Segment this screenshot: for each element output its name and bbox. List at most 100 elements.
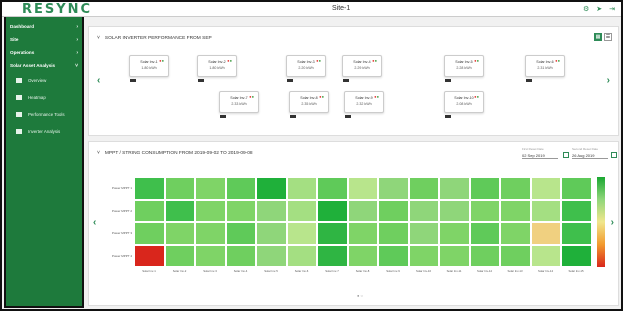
heatmap-cell[interactable] (439, 199, 470, 222)
heatmap-cell[interactable] (195, 244, 226, 267)
heatmap-cell[interactable] (530, 244, 561, 267)
heatmap-cell[interactable] (225, 244, 256, 267)
heatmap-cell[interactable] (164, 199, 195, 222)
heatmap-cell[interactable] (378, 199, 409, 222)
heatmap-cell[interactable] (439, 244, 470, 267)
heatmap-cell[interactable] (530, 199, 561, 222)
inverter-card[interactable]: ●● Solar Inv-9 2.32 kWh (344, 91, 384, 113)
heatmap-cell[interactable] (256, 199, 287, 222)
heatmap-cell[interactable] (469, 177, 500, 200)
heatmap-cell[interactable] (195, 177, 226, 200)
sidebar-subitem-overview[interactable]: Overview (6, 72, 82, 89)
inverter-card[interactable]: ●● Solar Inv-10 2.08 kWh (444, 91, 484, 113)
chevron-right-icon: › (76, 36, 78, 43)
heatmap-cell[interactable] (134, 244, 165, 267)
heatmap-cell[interactable] (408, 199, 439, 222)
pager-dots[interactable]: ● ○ (357, 293, 363, 298)
heatmap-cell[interactable] (286, 199, 317, 222)
heatmap-cell[interactable] (561, 177, 592, 200)
sidebar-item-operations[interactable]: Operations › (6, 46, 82, 59)
heatmap-cell[interactable] (347, 244, 378, 267)
inverter-card[interactable]: ●● Solar Inv-3 2.20 kWh (286, 55, 326, 77)
heatmap-cell[interactable] (347, 199, 378, 222)
heatmap-cell[interactable] (469, 244, 500, 267)
prev-arrow-icon[interactable]: ‹ (93, 217, 96, 228)
send-icon[interactable]: ➤ (596, 5, 602, 13)
heatmap-cell[interactable] (469, 199, 500, 222)
heatmap-cell[interactable] (408, 244, 439, 267)
heatmap-cell[interactable] (256, 244, 287, 267)
heatmap-cell[interactable] (347, 177, 378, 200)
inverter-card[interactable]: ●● Solar Inv-1 1.80 kWh (129, 55, 169, 77)
heatmap-cell[interactable] (256, 177, 287, 200)
next-arrow-icon[interactable]: › (607, 75, 610, 86)
heatmap-cell[interactable] (317, 244, 348, 267)
heatmap-cell[interactable] (378, 244, 409, 267)
heatmap-cell[interactable] (439, 222, 470, 245)
heatmap-cell[interactable] (530, 177, 561, 200)
heatmap-cell[interactable] (134, 222, 165, 245)
sidebar-item-site[interactable]: Site › (6, 33, 82, 46)
heatmap-cell[interactable] (317, 199, 348, 222)
grid-view-icon[interactable]: ▦ (594, 33, 602, 41)
heatmap-cell[interactable] (195, 222, 226, 245)
status-dots-icon: ●● (474, 94, 479, 99)
heatmap-cell[interactable] (469, 222, 500, 245)
list-view-icon[interactable]: ☰ (604, 33, 612, 41)
heatmap-cell[interactable] (439, 177, 470, 200)
second-date-picker[interactable]: Second Reset Date 26 Aug 2019 (572, 147, 608, 159)
heatmap-cell[interactable] (500, 199, 531, 222)
heatmap-cell[interactable] (561, 199, 592, 222)
logout-icon[interactable]: ⇥ (609, 5, 615, 13)
heatmap-cell[interactable] (500, 244, 531, 267)
heatmap-cell[interactable] (286, 177, 317, 200)
heatmap-cell[interactable] (134, 199, 165, 222)
heatmap-cell[interactable] (408, 222, 439, 245)
heatmap-cell[interactable] (286, 244, 317, 267)
first-date-picker[interactable]: First Reset Date 02 Sep 2019 (522, 147, 558, 159)
heatmap-cell[interactable] (500, 177, 531, 200)
mppt-card-title[interactable]: ˅ MPPT / STRING CONSUMPTION FROM 2019-09… (97, 150, 253, 156)
sidebar-subitem-heatmap[interactable]: Heatmap (6, 89, 82, 106)
performance-card-title[interactable]: ˅ SOLAR INVERTER PERFORMANCE FROM SEP (97, 35, 212, 41)
sidebar-item-label: Solar Asset Analysis (10, 63, 56, 68)
sidebar-item-solar-asset-analysis[interactable]: Solar Asset Analysis ˅ (6, 59, 82, 72)
sidebar-item-dashboard[interactable]: Dashboard › (6, 20, 82, 33)
heatmap-cell[interactable] (164, 222, 195, 245)
heatmap-cell[interactable] (347, 222, 378, 245)
heatmap-cell[interactable] (225, 199, 256, 222)
inverter-card[interactable]: ●● Solar Inv-6 2.31 kWh (525, 55, 565, 77)
heatmap-cell[interactable] (317, 222, 348, 245)
heatmap-cell[interactable] (408, 177, 439, 200)
heatmap-cell[interactable] (317, 177, 348, 200)
heatmap-cell[interactable] (500, 222, 531, 245)
heatmap-column-label: Solar Inv-6 (294, 269, 309, 273)
heatmap-column-label: Solar Inv-14 (537, 269, 554, 273)
heatmap-cell[interactable] (561, 222, 592, 245)
heatmap-cell[interactable] (530, 222, 561, 245)
heatmap-cell[interactable] (164, 177, 195, 200)
prev-arrow-icon[interactable]: ‹ (97, 75, 100, 86)
inverter-card[interactable]: ●● Solar Inv-4 2.29 kWh (342, 55, 382, 77)
sidebar-subitem-performance-tools[interactable]: Performance Tools (6, 106, 82, 123)
inverter-card[interactable]: ●● Solar Inv-5 2.28 kWh (444, 55, 484, 77)
calendar-icon[interactable] (563, 152, 569, 158)
sidebar-subitem-inverter-analysis[interactable]: Inverter Analysis (6, 123, 82, 140)
heatmap-cell[interactable] (378, 177, 409, 200)
inverter-card[interactable]: ●● Solar Inv-8 2.35 kWh (289, 91, 329, 113)
heatmap-cell[interactable] (286, 222, 317, 245)
gear-icon[interactable]: ⚙ (583, 5, 589, 13)
heatmap-cell[interactable] (256, 222, 287, 245)
inverter-card[interactable]: ●● Solar Inv-2 1.80 kWh (197, 55, 237, 77)
calendar-icon[interactable] (611, 152, 617, 158)
status-dots-icon: ●● (159, 58, 164, 63)
heatmap-cell[interactable] (561, 244, 592, 267)
heatmap-cell[interactable] (164, 244, 195, 267)
heatmap-cell[interactable] (225, 177, 256, 200)
heatmap-cell[interactable] (134, 177, 165, 200)
next-arrow-icon[interactable]: › (611, 217, 614, 228)
heatmap-cell[interactable] (225, 222, 256, 245)
heatmap-cell[interactable] (378, 222, 409, 245)
inverter-card[interactable]: ●● Solar Inv-7 2.33 kWh (219, 91, 259, 113)
heatmap-cell[interactable] (195, 199, 226, 222)
